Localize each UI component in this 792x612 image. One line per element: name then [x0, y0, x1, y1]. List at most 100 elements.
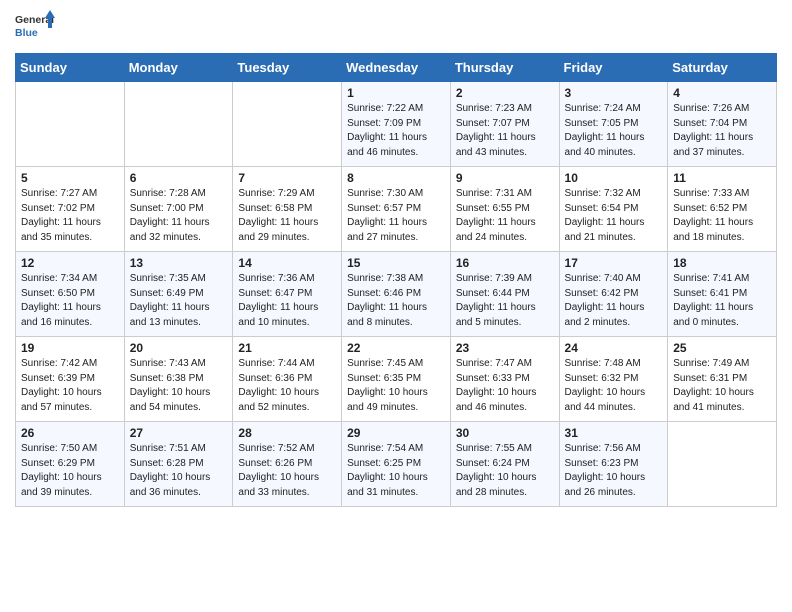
calendar-cell: 17 Sunrise: 7:40 AMSunset: 6:42 PMDaylig…: [559, 252, 668, 337]
calendar-cell: 8 Sunrise: 7:30 AMSunset: 6:57 PMDayligh…: [342, 167, 451, 252]
day-number: 30: [456, 426, 554, 440]
day-number: 29: [347, 426, 445, 440]
day-info: Sunrise: 7:33 AMSunset: 6:52 PMDaylight:…: [673, 188, 753, 243]
header-row: SundayMondayTuesdayWednesdayThursdayFrid…: [16, 54, 777, 82]
header-monday: Monday: [124, 54, 233, 82]
day-info: Sunrise: 7:40 AMSunset: 6:42 PMDaylight:…: [565, 273, 645, 328]
day-info: Sunrise: 7:24 AMSunset: 7:05 PMDaylight:…: [565, 103, 645, 158]
day-number: 3: [565, 86, 663, 100]
calendar-cell: [124, 82, 233, 167]
calendar-cell: 10 Sunrise: 7:32 AMSunset: 6:54 PMDaylig…: [559, 167, 668, 252]
header-saturday: Saturday: [668, 54, 777, 82]
day-info: Sunrise: 7:44 AMSunset: 6:36 PMDaylight:…: [238, 358, 319, 413]
day-number: 9: [456, 171, 554, 185]
day-number: 8: [347, 171, 445, 185]
day-info: Sunrise: 7:26 AMSunset: 7:04 PMDaylight:…: [673, 103, 753, 158]
calendar-cell: 26 Sunrise: 7:50 AMSunset: 6:29 PMDaylig…: [16, 422, 125, 507]
calendar-cell: [233, 82, 342, 167]
calendar-cell: 11 Sunrise: 7:33 AMSunset: 6:52 PMDaylig…: [668, 167, 777, 252]
calendar-cell: 12 Sunrise: 7:34 AMSunset: 6:50 PMDaylig…: [16, 252, 125, 337]
day-number: 16: [456, 256, 554, 270]
day-info: Sunrise: 7:42 AMSunset: 6:39 PMDaylight:…: [21, 358, 102, 413]
day-info: Sunrise: 7:50 AMSunset: 6:29 PMDaylight:…: [21, 443, 102, 498]
day-info: Sunrise: 7:34 AMSunset: 6:50 PMDaylight:…: [21, 273, 101, 328]
calendar-cell: 5 Sunrise: 7:27 AMSunset: 7:02 PMDayligh…: [16, 167, 125, 252]
calendar-table: SundayMondayTuesdayWednesdayThursdayFrid…: [15, 53, 777, 507]
calendar-cell: 15 Sunrise: 7:38 AMSunset: 6:46 PMDaylig…: [342, 252, 451, 337]
week-row-3: 12 Sunrise: 7:34 AMSunset: 6:50 PMDaylig…: [16, 252, 777, 337]
week-row-5: 26 Sunrise: 7:50 AMSunset: 6:29 PMDaylig…: [16, 422, 777, 507]
day-number: 24: [565, 341, 663, 355]
day-info: Sunrise: 7:56 AMSunset: 6:23 PMDaylight:…: [565, 443, 646, 498]
day-info: Sunrise: 7:29 AMSunset: 6:58 PMDaylight:…: [238, 188, 318, 243]
calendar-cell: 25 Sunrise: 7:49 AMSunset: 6:31 PMDaylig…: [668, 337, 777, 422]
calendar-cell: 13 Sunrise: 7:35 AMSunset: 6:49 PMDaylig…: [124, 252, 233, 337]
day-number: 18: [673, 256, 771, 270]
calendar-cell: 21 Sunrise: 7:44 AMSunset: 6:36 PMDaylig…: [233, 337, 342, 422]
day-info: Sunrise: 7:35 AMSunset: 6:49 PMDaylight:…: [130, 273, 210, 328]
day-info: Sunrise: 7:43 AMSunset: 6:38 PMDaylight:…: [130, 358, 211, 413]
header-wednesday: Wednesday: [342, 54, 451, 82]
week-row-1: 1 Sunrise: 7:22 AMSunset: 7:09 PMDayligh…: [16, 82, 777, 167]
logo: General Blue: [15, 10, 55, 45]
calendar-cell: 16 Sunrise: 7:39 AMSunset: 6:44 PMDaylig…: [450, 252, 559, 337]
calendar-cell: 29 Sunrise: 7:54 AMSunset: 6:25 PMDaylig…: [342, 422, 451, 507]
day-number: 6: [130, 171, 228, 185]
calendar-cell: 23 Sunrise: 7:47 AMSunset: 6:33 PMDaylig…: [450, 337, 559, 422]
day-number: 20: [130, 341, 228, 355]
day-number: 27: [130, 426, 228, 440]
page-header: General Blue: [15, 10, 777, 45]
calendar-cell: 22 Sunrise: 7:45 AMSunset: 6:35 PMDaylig…: [342, 337, 451, 422]
calendar-cell: 9 Sunrise: 7:31 AMSunset: 6:55 PMDayligh…: [450, 167, 559, 252]
calendar-cell: 2 Sunrise: 7:23 AMSunset: 7:07 PMDayligh…: [450, 82, 559, 167]
calendar-cell: 3 Sunrise: 7:24 AMSunset: 7:05 PMDayligh…: [559, 82, 668, 167]
day-info: Sunrise: 7:54 AMSunset: 6:25 PMDaylight:…: [347, 443, 428, 498]
day-number: 28: [238, 426, 336, 440]
day-info: Sunrise: 7:22 AMSunset: 7:09 PMDaylight:…: [347, 103, 427, 158]
week-row-2: 5 Sunrise: 7:27 AMSunset: 7:02 PMDayligh…: [16, 167, 777, 252]
calendar-cell: 19 Sunrise: 7:42 AMSunset: 6:39 PMDaylig…: [16, 337, 125, 422]
day-number: 12: [21, 256, 119, 270]
day-info: Sunrise: 7:48 AMSunset: 6:32 PMDaylight:…: [565, 358, 646, 413]
day-number: 19: [21, 341, 119, 355]
day-number: 22: [347, 341, 445, 355]
day-info: Sunrise: 7:52 AMSunset: 6:26 PMDaylight:…: [238, 443, 319, 498]
day-number: 11: [673, 171, 771, 185]
calendar-cell: 27 Sunrise: 7:51 AMSunset: 6:28 PMDaylig…: [124, 422, 233, 507]
day-number: 14: [238, 256, 336, 270]
day-info: Sunrise: 7:38 AMSunset: 6:46 PMDaylight:…: [347, 273, 427, 328]
day-number: 13: [130, 256, 228, 270]
calendar-cell: 14 Sunrise: 7:36 AMSunset: 6:47 PMDaylig…: [233, 252, 342, 337]
day-number: 26: [21, 426, 119, 440]
logo-svg: General Blue: [15, 10, 55, 45]
calendar-cell: 1 Sunrise: 7:22 AMSunset: 7:09 PMDayligh…: [342, 82, 451, 167]
day-info: Sunrise: 7:31 AMSunset: 6:55 PMDaylight:…: [456, 188, 536, 243]
calendar-cell: 24 Sunrise: 7:48 AMSunset: 6:32 PMDaylig…: [559, 337, 668, 422]
day-number: 31: [565, 426, 663, 440]
day-info: Sunrise: 7:36 AMSunset: 6:47 PMDaylight:…: [238, 273, 318, 328]
day-info: Sunrise: 7:41 AMSunset: 6:41 PMDaylight:…: [673, 273, 753, 328]
calendar-cell: [668, 422, 777, 507]
day-info: Sunrise: 7:45 AMSunset: 6:35 PMDaylight:…: [347, 358, 428, 413]
day-info: Sunrise: 7:49 AMSunset: 6:31 PMDaylight:…: [673, 358, 754, 413]
day-number: 25: [673, 341, 771, 355]
calendar-cell: 7 Sunrise: 7:29 AMSunset: 6:58 PMDayligh…: [233, 167, 342, 252]
calendar-cell: 4 Sunrise: 7:26 AMSunset: 7:04 PMDayligh…: [668, 82, 777, 167]
day-info: Sunrise: 7:28 AMSunset: 7:00 PMDaylight:…: [130, 188, 210, 243]
calendar-cell: 31 Sunrise: 7:56 AMSunset: 6:23 PMDaylig…: [559, 422, 668, 507]
day-info: Sunrise: 7:51 AMSunset: 6:28 PMDaylight:…: [130, 443, 211, 498]
calendar-cell: 6 Sunrise: 7:28 AMSunset: 7:00 PMDayligh…: [124, 167, 233, 252]
header-tuesday: Tuesday: [233, 54, 342, 82]
day-number: 21: [238, 341, 336, 355]
week-row-4: 19 Sunrise: 7:42 AMSunset: 6:39 PMDaylig…: [16, 337, 777, 422]
header-thursday: Thursday: [450, 54, 559, 82]
day-number: 2: [456, 86, 554, 100]
day-info: Sunrise: 7:27 AMSunset: 7:02 PMDaylight:…: [21, 188, 101, 243]
calendar-cell: 20 Sunrise: 7:43 AMSunset: 6:38 PMDaylig…: [124, 337, 233, 422]
day-info: Sunrise: 7:23 AMSunset: 7:07 PMDaylight:…: [456, 103, 536, 158]
calendar-cell: 18 Sunrise: 7:41 AMSunset: 6:41 PMDaylig…: [668, 252, 777, 337]
day-info: Sunrise: 7:47 AMSunset: 6:33 PMDaylight:…: [456, 358, 537, 413]
day-info: Sunrise: 7:30 AMSunset: 6:57 PMDaylight:…: [347, 188, 427, 243]
svg-text:Blue: Blue: [15, 27, 38, 39]
header-friday: Friday: [559, 54, 668, 82]
